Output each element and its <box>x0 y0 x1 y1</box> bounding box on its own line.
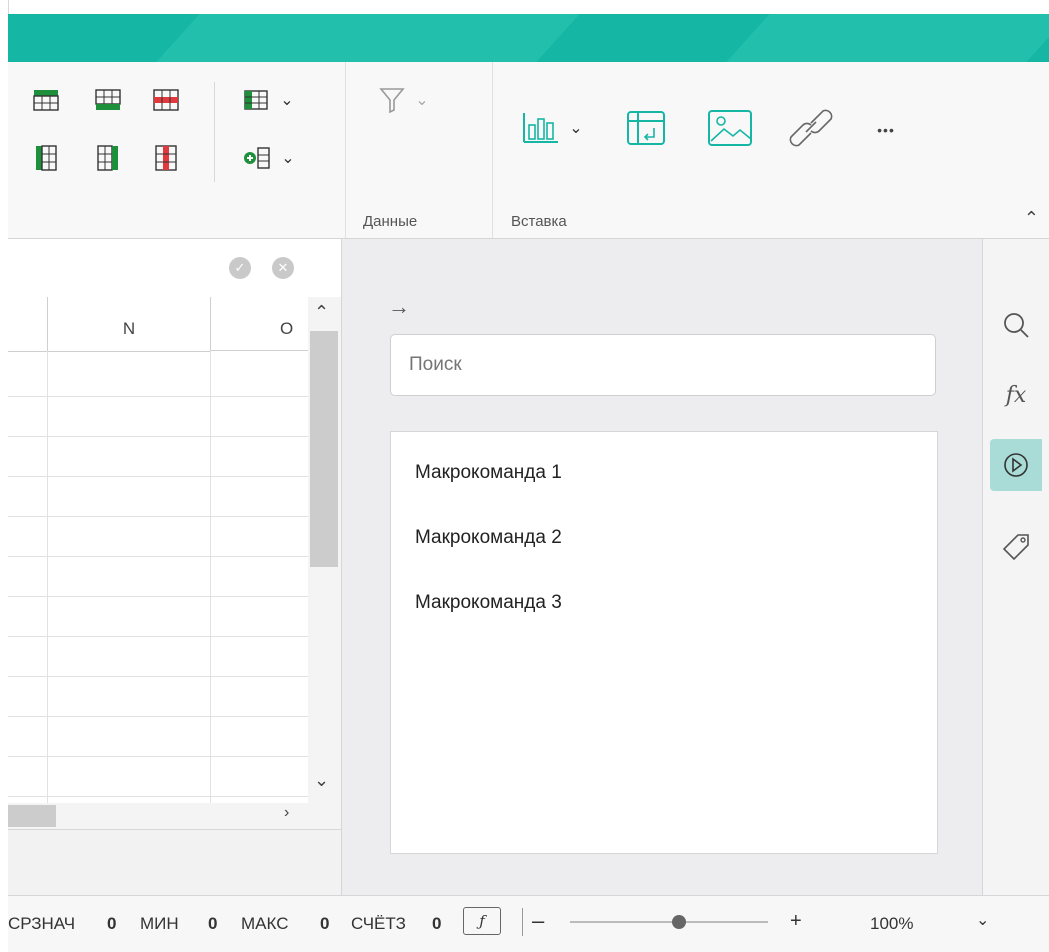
ribbon-toolbar: ⌄ ⌄ ⌄ Данные ⌄ ••• Вставка ⌃ <box>8 62 1049 239</box>
column-header[interactable] <box>8 297 48 352</box>
macro-list: Макрокоманда 1 Макрокоманда 2 Макрокоман… <box>390 431 938 854</box>
function-icon[interactable]: fx <box>990 369 1042 421</box>
grid-line <box>8 516 308 517</box>
pivot-table-button[interactable] <box>622 106 670 150</box>
insert-image-button[interactable] <box>702 106 758 150</box>
max-value: 0 <box>320 914 330 933</box>
title-bar-decor <box>156 14 580 62</box>
formula-mode-icon[interactable]: ƒ <box>463 907 501 935</box>
group-separator <box>345 62 346 238</box>
tag-icon[interactable] <box>990 521 1042 573</box>
chevron-down-icon: ⌄ <box>280 92 294 109</box>
delete-row-icon[interactable] <box>148 82 184 118</box>
average-value: 0 <box>107 914 117 933</box>
formula-bar: ✓ ✕ <box>8 239 341 297</box>
grid-line <box>8 756 308 757</box>
spreadsheet-grid[interactable]: N O <box>8 297 308 803</box>
vertical-scrollbar[interactable] <box>308 297 341 803</box>
insert-link-button[interactable] <box>783 106 839 150</box>
grid-line <box>210 351 211 803</box>
column-header-n[interactable]: N <box>48 297 211 352</box>
link-icon <box>789 109 833 147</box>
scroll-right-icon[interactable]: › <box>284 804 289 822</box>
toolbar-separator <box>214 82 215 182</box>
grid-line <box>8 396 308 397</box>
status-separator <box>522 908 523 936</box>
grid-line <box>8 596 308 597</box>
title-bar <box>8 14 1049 62</box>
insert-chart-dropdown[interactable]: ⌄ <box>513 106 591 150</box>
chevron-down-icon: ⌄ <box>281 150 295 167</box>
insert-column-right-icon[interactable] <box>90 140 126 176</box>
group-separator <box>492 62 493 238</box>
list-item[interactable]: Макрокоманда 1 <box>415 462 562 484</box>
insert-cells-icon <box>244 147 270 169</box>
grid-line <box>8 796 308 797</box>
insert-cells-dropdown[interactable]: ⌄ <box>234 140 304 176</box>
min-value: 0 <box>208 914 218 933</box>
scroll-up-icon[interactable]: ⌃ <box>314 302 329 323</box>
insert-column-left-icon[interactable] <box>28 140 64 176</box>
group-label-data: Данные <box>363 213 418 230</box>
collapse-panel-arrow-icon[interactable]: → <box>388 294 410 320</box>
confirm-formula-icon[interactable]: ✓ <box>229 257 251 279</box>
grid-line <box>47 351 48 803</box>
count-label: СЧЁТЗ <box>351 914 406 933</box>
collapse-ribbon-icon[interactable]: ⌃ <box>1024 208 1039 229</box>
macro-play-icon[interactable] <box>990 439 1042 491</box>
zoom-out-button[interactable]: – <box>532 908 544 934</box>
grid-line <box>8 436 308 437</box>
list-item[interactable]: Макрокоманда 3 <box>415 592 562 614</box>
filter-button[interactable]: ⌄ <box>368 80 440 120</box>
grid-line <box>8 716 308 717</box>
filter-icon <box>379 88 405 114</box>
list-item[interactable]: Макрокоманда 2 <box>415 527 562 549</box>
more-options-button[interactable]: ••• <box>866 112 906 148</box>
zoom-slider-handle[interactable] <box>671 915 686 929</box>
delete-column-icon[interactable] <box>148 140 184 176</box>
scrollbar-thumb[interactable] <box>8 805 56 827</box>
search-icon[interactable] <box>990 299 1042 351</box>
status-bar: СРЗНАЧ 0 МИН 0 МАКС 0 СЧЁТЗ 0 ƒ – + 100%… <box>8 895 1049 952</box>
chevron-down-icon: ⌄ <box>569 120 583 137</box>
cancel-formula-icon[interactable]: ✕ <box>272 257 294 279</box>
max-label: МАКС <box>241 914 289 933</box>
zoom-in-button[interactable]: + <box>790 910 802 933</box>
zoom-level: 100% <box>870 914 914 933</box>
window-frame-top <box>0 0 1049 14</box>
sheet-tabs-area <box>8 829 341 896</box>
scroll-down-icon[interactable]: ⌄ <box>314 770 329 791</box>
scrollbar-thumb[interactable] <box>310 331 338 567</box>
image-icon <box>708 110 752 146</box>
average-label: СРЗНАЧ <box>8 914 76 933</box>
grid-line <box>8 676 308 677</box>
count-value: 0 <box>432 914 442 933</box>
title-bar-decor <box>726 14 1049 62</box>
table-style-icon <box>244 90 268 110</box>
insert-row-below-icon[interactable] <box>90 82 126 118</box>
chevron-down-icon: ⌄ <box>415 92 429 109</box>
grid-line <box>8 556 308 557</box>
pivot-table-icon <box>627 111 665 145</box>
group-label-insert: Вставка <box>511 213 567 230</box>
insert-row-above-icon[interactable] <box>28 82 64 118</box>
column-header-o[interactable]: O <box>211 297 308 351</box>
horizontal-scrollbar[interactable] <box>8 803 341 829</box>
grid-line <box>8 476 308 477</box>
chart-icon <box>523 113 559 143</box>
table-style-dropdown[interactable]: ⌄ <box>234 82 304 118</box>
min-label: МИН <box>140 914 179 933</box>
grid-line <box>8 636 308 637</box>
zoom-slider[interactable] <box>570 915 768 929</box>
search-input[interactable] <box>390 334 936 396</box>
zoom-dropdown-chevron-icon[interactable]: ⌄ <box>976 910 989 930</box>
